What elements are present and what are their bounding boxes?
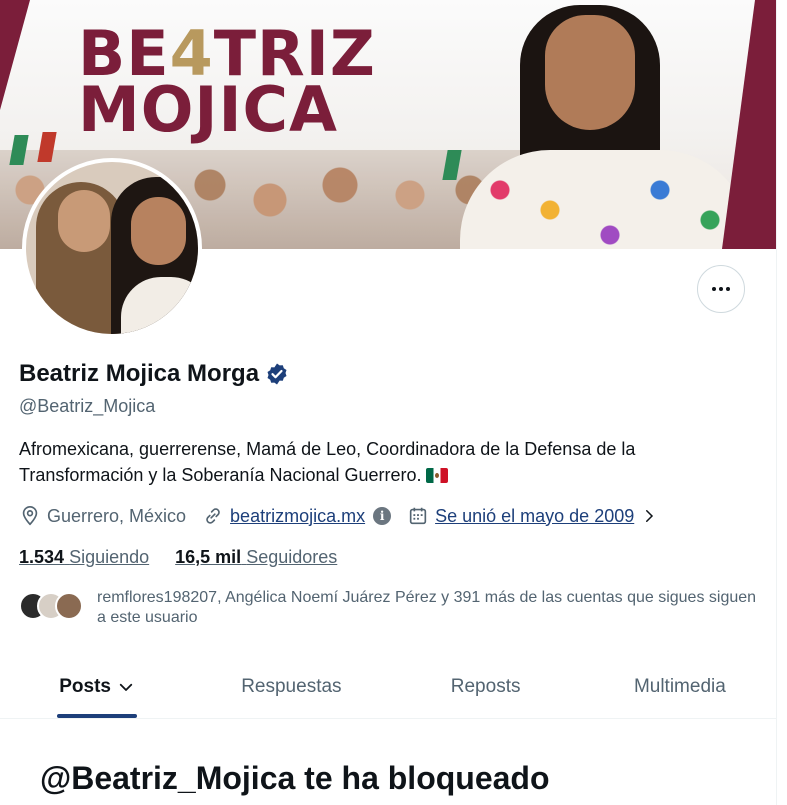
followers-you-know-text: remflores198207, Angélica Noemí Juárez P… xyxy=(97,589,757,626)
profile-tabs: Posts Respuestas Reposts Multimedia xyxy=(0,655,776,719)
joined-date[interactable]: Se unió el mayo de 2009 xyxy=(435,506,634,527)
follow-stats: 1.534 Siguiendo 16,5 mil Seguidores xyxy=(19,547,337,568)
banner-title: BE4TRIZ MOJICA xyxy=(78,17,376,146)
verified-badge-icon[interactable] xyxy=(265,362,289,386)
avatar xyxy=(55,592,83,620)
profile-display-name: Beatriz Mojica Morga xyxy=(19,360,260,387)
profile-name-row: Beatriz Mojica Morga xyxy=(19,360,289,388)
more-options-button[interactable] xyxy=(697,265,745,313)
link-icon xyxy=(206,508,220,524)
profile-bio: Afromexicana, guerrerense, Mamá de Leo, … xyxy=(19,439,636,485)
more-icon xyxy=(712,287,730,291)
calendar-icon xyxy=(409,507,427,525)
followers-link[interactable]: 16,5 mil Seguidores xyxy=(175,547,337,568)
tab-posts[interactable]: Posts xyxy=(0,655,194,718)
location-pin-icon xyxy=(22,506,38,526)
mexico-flag-emoji xyxy=(425,468,448,483)
followers-you-know[interactable]: remflores198207, Angélica Noemí Juárez P… xyxy=(19,588,757,628)
following-link[interactable]: 1.534 Siguiendo xyxy=(19,547,149,568)
tab-reposts[interactable]: Reposts xyxy=(389,655,583,718)
profile-meta-row: Guerrero, México beatrizmojica.mx i Se u… xyxy=(19,505,674,527)
mutual-avatars xyxy=(19,588,89,624)
blocked-message: @Beatriz_Mojica te ha bloqueado xyxy=(40,760,550,796)
profile-page: BE4TRIZ MOJICA Beatriz Mojica Morga @Bea… xyxy=(0,0,777,805)
chevron-down-icon xyxy=(119,683,133,691)
banner-maroon-stripe-left xyxy=(0,0,30,110)
banner-portrait xyxy=(450,0,760,249)
chevron-right-icon[interactable] xyxy=(640,507,658,525)
website-link[interactable]: beatrizmojica.mx xyxy=(230,506,365,527)
profile-avatar[interactable] xyxy=(22,158,202,338)
profile-joined[interactable]: Se unió el mayo de 2009 xyxy=(407,505,658,527)
active-tab-indicator xyxy=(57,714,138,718)
tab-multimedia[interactable]: Multimedia xyxy=(583,655,776,718)
info-icon[interactable]: i xyxy=(373,507,392,525)
tab-respuestas[interactable]: Respuestas xyxy=(194,655,388,718)
profile-website[interactable]: beatrizmojica.mx i xyxy=(202,505,392,527)
profile-location: Guerrero, México xyxy=(19,505,186,527)
profile-handle: @Beatriz_Mojica xyxy=(19,396,156,416)
